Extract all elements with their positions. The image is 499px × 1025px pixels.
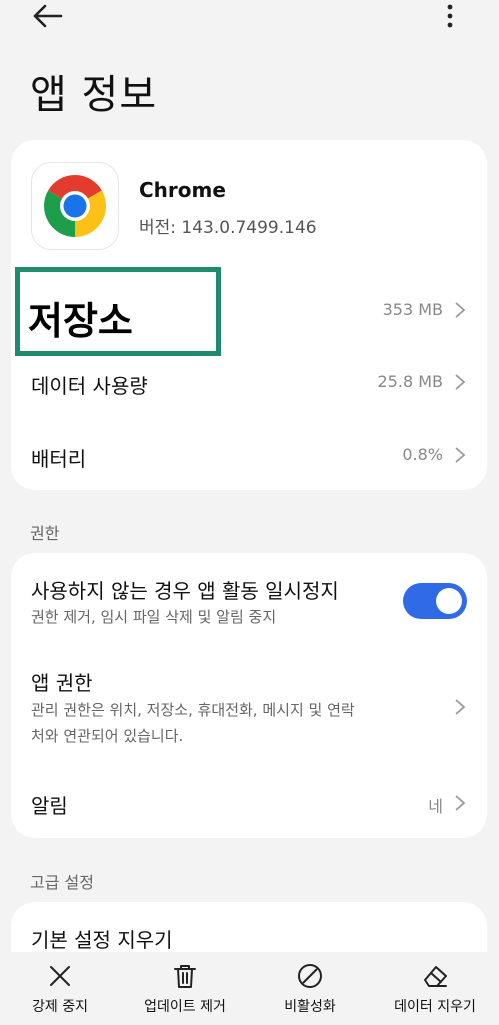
notifications-row[interactable]: 알림 네 bbox=[11, 768, 487, 838]
permissions-card: 사용하지 않는 경우 앱 활동 일시정지 권한 제거, 임시 파일 삭제 및 알… bbox=[11, 553, 487, 838]
uninstall-updates-label: 업데이트 제거 bbox=[144, 999, 226, 1015]
permissions-section-label: 권한 bbox=[30, 524, 60, 543]
battery-title: 배터리 bbox=[31, 447, 87, 471]
clear-data-button[interactable]: 데이터 지우기 bbox=[380, 952, 490, 1025]
battery-row[interactable]: 배터리 0.8% bbox=[11, 422, 487, 488]
chrome-icon bbox=[43, 175, 107, 237]
app-version: 버전: 143.0.7499.146 bbox=[139, 218, 317, 238]
disable-label: 비활성화 bbox=[284, 999, 336, 1015]
chevron-right-icon bbox=[455, 699, 466, 715]
storage-row[interactable]: 저장소 353 MB bbox=[11, 270, 487, 345]
force-stop-label: 강제 중지 bbox=[32, 999, 88, 1015]
app-permissions-subtitle-line1: 관리 권한은 위치, 저장소, 휴대전화, 메시지 및 연락 bbox=[31, 701, 355, 719]
storage-title: 저장소 bbox=[28, 299, 133, 343]
disable-button[interactable]: 비활성화 bbox=[260, 952, 360, 1025]
chevron-right-icon bbox=[455, 374, 466, 390]
app-info-card: Chrome 버전: 143.0.7499.146 저장소 353 MB 데이터… bbox=[11, 140, 487, 490]
toggle-knob bbox=[436, 588, 462, 614]
advanced-section-label: 고급 설정 bbox=[30, 873, 94, 892]
data-usage-row[interactable]: 데이터 사용량 25.8 MB bbox=[11, 350, 487, 416]
chevron-right-icon bbox=[455, 447, 466, 463]
more-vertical-icon[interactable] bbox=[440, 2, 460, 30]
clear-defaults-title: 기본 설정 지우기 bbox=[31, 928, 173, 952]
data-usage-title: 데이터 사용량 bbox=[31, 374, 148, 398]
app-permissions-title: 앱 권한 bbox=[31, 671, 93, 695]
notifications-title: 알림 bbox=[31, 794, 68, 818]
pause-activity-row[interactable]: 사용하지 않는 경우 앱 활동 일시정지 권한 제거, 임시 파일 삭제 및 알… bbox=[11, 553, 487, 648]
page-title: 앱 정보 bbox=[30, 72, 158, 118]
close-icon bbox=[50, 966, 70, 986]
chevron-right-icon bbox=[455, 302, 466, 318]
notifications-value: 네 bbox=[428, 797, 443, 816]
storage-value: 353 MB bbox=[382, 300, 443, 319]
app-permissions-row[interactable]: 앱 권한 관리 권한은 위치, 저장소, 휴대전화, 메시지 및 연락 처와 연… bbox=[11, 653, 487, 763]
clear-data-label: 데이터 지우기 bbox=[394, 999, 476, 1015]
pause-activity-subtitle: 권한 제거, 임시 파일 삭제 및 알림 중지 bbox=[31, 608, 277, 626]
app-name: Chrome bbox=[139, 178, 226, 202]
chevron-right-icon bbox=[455, 795, 466, 811]
eraser-icon bbox=[424, 966, 447, 987]
battery-value: 0.8% bbox=[402, 445, 443, 464]
force-stop-button[interactable]: 강제 중지 bbox=[10, 952, 110, 1025]
top-bar bbox=[0, 0, 499, 40]
trash-icon bbox=[174, 965, 196, 988]
arrow-left-icon[interactable] bbox=[30, 2, 64, 30]
pause-activity-title: 사용하지 않는 경우 앱 활동 일시정지 bbox=[31, 579, 339, 603]
data-usage-value: 25.8 MB bbox=[377, 372, 444, 391]
pause-activity-toggle[interactable] bbox=[403, 583, 467, 619]
block-icon bbox=[298, 964, 322, 988]
app-icon bbox=[31, 162, 119, 250]
uninstall-updates-button[interactable]: 업데이트 제거 bbox=[130, 952, 240, 1025]
app-permissions-subtitle-line2: 처와 연관되어 있습니다. bbox=[31, 727, 184, 745]
bottom-action-bar: 강제 중지 업데이트 제거 비활성화 데이터 지우기 bbox=[0, 952, 499, 1025]
